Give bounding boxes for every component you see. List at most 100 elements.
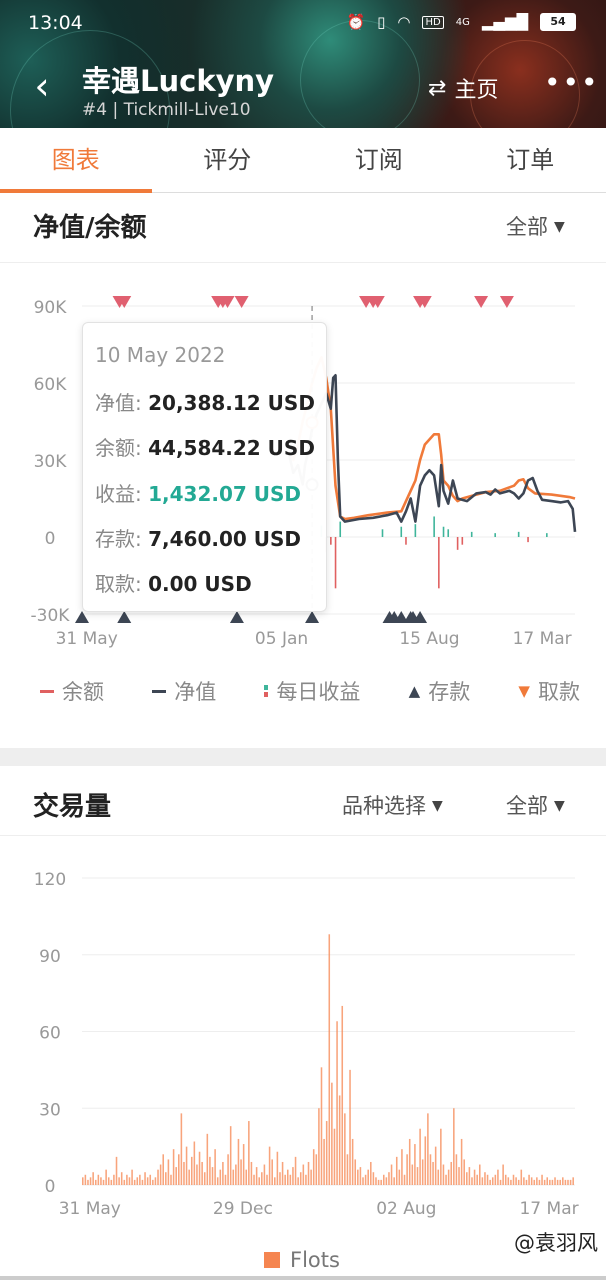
volume-bar	[393, 1177, 395, 1185]
equity-section-header: 净值/余额 全部 ▼	[0, 193, 606, 263]
legend-daily-profit[interactable]: 每日收益	[264, 674, 360, 708]
back-arrow-icon[interactable]: ‹	[24, 66, 60, 106]
volume-bar	[299, 1172, 302, 1185]
equity-range-dropdown[interactable]: 全部 ▼	[506, 211, 565, 241]
volume-bar	[198, 1151, 201, 1185]
x-tick-label: 31 May	[59, 1199, 121, 1219]
page-subtitle: #4 | Tickmill-Live10	[82, 100, 251, 120]
volume-bar	[261, 1172, 263, 1185]
volume-bar	[370, 1161, 372, 1185]
volume-bar	[507, 1177, 510, 1185]
volume-chart[interactable]: 120 90 60 30 031 May 29 Dec 02 Aug 17 Mar	[0, 840, 606, 1240]
legend-withdraw[interactable]: ▼ 取款	[518, 674, 580, 708]
volume-bar	[266, 1174, 268, 1185]
symbol-dropdown[interactable]: 品种选择 ▼	[342, 790, 443, 820]
tooltip-key: 存款:	[95, 527, 142, 551]
legend-bars-icon	[264, 685, 269, 697]
deposit-marker	[305, 611, 320, 623]
volume-bar	[133, 1179, 136, 1185]
volume-bar	[515, 1177, 517, 1185]
legend-dash	[40, 689, 54, 693]
volume-bar	[105, 1169, 107, 1185]
home-button[interactable]: ⇄ 主页	[428, 72, 498, 104]
volume-bar	[567, 1179, 569, 1185]
volume-bar	[94, 1179, 97, 1185]
volume-bar	[486, 1174, 489, 1185]
tooltip-row-balance: 余额: 44,584.22 USD	[95, 432, 315, 461]
y-tick-label: 120	[34, 870, 66, 890]
tooltip-row-deposit: 存款: 7,460.00 USD	[95, 523, 301, 552]
legend-balance[interactable]: 余额	[40, 674, 104, 708]
volume-bar	[434, 1146, 437, 1185]
y-tick-label: 0	[45, 1177, 56, 1197]
tooltip-value: 7,460.00 USD	[148, 527, 302, 551]
volume-bar	[336, 1021, 338, 1185]
volume-bar	[323, 1138, 325, 1185]
volume-bar	[468, 1167, 471, 1185]
volume-bar	[494, 1174, 497, 1185]
volume-bar	[100, 1177, 102, 1185]
tab-chart[interactable]: 图表	[0, 128, 152, 193]
volume-bar	[538, 1179, 541, 1185]
y-tick-label: 60K	[34, 375, 68, 395]
deposit-marker	[75, 611, 89, 623]
volume-bar	[292, 1167, 294, 1185]
deposit-marker	[117, 611, 132, 623]
tab-rating[interactable]: 评分	[152, 128, 304, 192]
volume-bar	[510, 1179, 512, 1185]
volume-bar	[196, 1164, 198, 1185]
volume-bar	[388, 1172, 390, 1185]
legend-equity[interactable]: 净值	[152, 674, 216, 708]
volume-bar	[97, 1174, 100, 1185]
volume-bar	[219, 1169, 222, 1185]
volume-bar	[533, 1179, 536, 1185]
volume-bar	[325, 1121, 328, 1185]
volume-bar	[559, 1179, 561, 1185]
series-line	[287, 356, 576, 521]
y-tick-label: 90	[39, 947, 61, 967]
volume-legend[interactable]: Flots	[264, 1248, 340, 1272]
tab-orders[interactable]: 订单	[455, 128, 606, 192]
volume-bar	[440, 1128, 442, 1185]
volume-bar	[274, 1177, 276, 1185]
volume-bar	[466, 1172, 468, 1185]
daily-profit-bar	[438, 537, 440, 589]
x-tick-label: 17 Mar	[513, 629, 572, 649]
volume-range-dropdown[interactable]: 全部 ▼	[506, 790, 565, 820]
legend-label: 取款	[537, 680, 580, 704]
x-tick-label: 31 May	[56, 629, 118, 649]
volume-bar	[118, 1177, 120, 1185]
volume-bar	[224, 1174, 227, 1185]
volume-bar	[253, 1174, 255, 1185]
volume-bar	[549, 1179, 551, 1185]
legend-deposit[interactable]: ▲ 存款	[409, 674, 471, 708]
symbol-dropdown-label: 品种选择	[342, 794, 426, 818]
more-dots-icon[interactable]: •••	[544, 66, 600, 99]
volume-bar	[268, 1146, 271, 1185]
volume-bar	[551, 1179, 554, 1185]
legend-label: 净值	[174, 680, 217, 704]
tab-subscribe[interactable]: 订阅	[303, 128, 455, 192]
daily-profit-bar	[381, 529, 384, 537]
tooltip-row-profit: 收益: 1,432.07 USD	[95, 478, 301, 507]
daily-profit-bar	[470, 531, 473, 537]
volume-bar	[541, 1174, 543, 1185]
volume-bar	[188, 1169, 190, 1185]
daily-profit-bar	[400, 526, 403, 537]
volume-bar	[523, 1177, 525, 1185]
volume-bar	[159, 1164, 162, 1185]
volume-bar	[572, 1177, 574, 1185]
volume-bar	[318, 1108, 320, 1185]
volume-bar	[175, 1167, 177, 1185]
vibrate-icon: ▯	[377, 13, 386, 31]
volume-bar	[424, 1136, 427, 1185]
section-divider	[0, 748, 606, 766]
volume-bar	[229, 1126, 232, 1185]
volume-bar	[232, 1169, 235, 1185]
volume-bar	[157, 1169, 159, 1185]
volume-bar	[248, 1121, 250, 1185]
volume-bar	[271, 1159, 273, 1185]
volume-bar	[489, 1179, 491, 1185]
volume-bar	[144, 1172, 146, 1185]
volume-bar	[562, 1177, 564, 1185]
